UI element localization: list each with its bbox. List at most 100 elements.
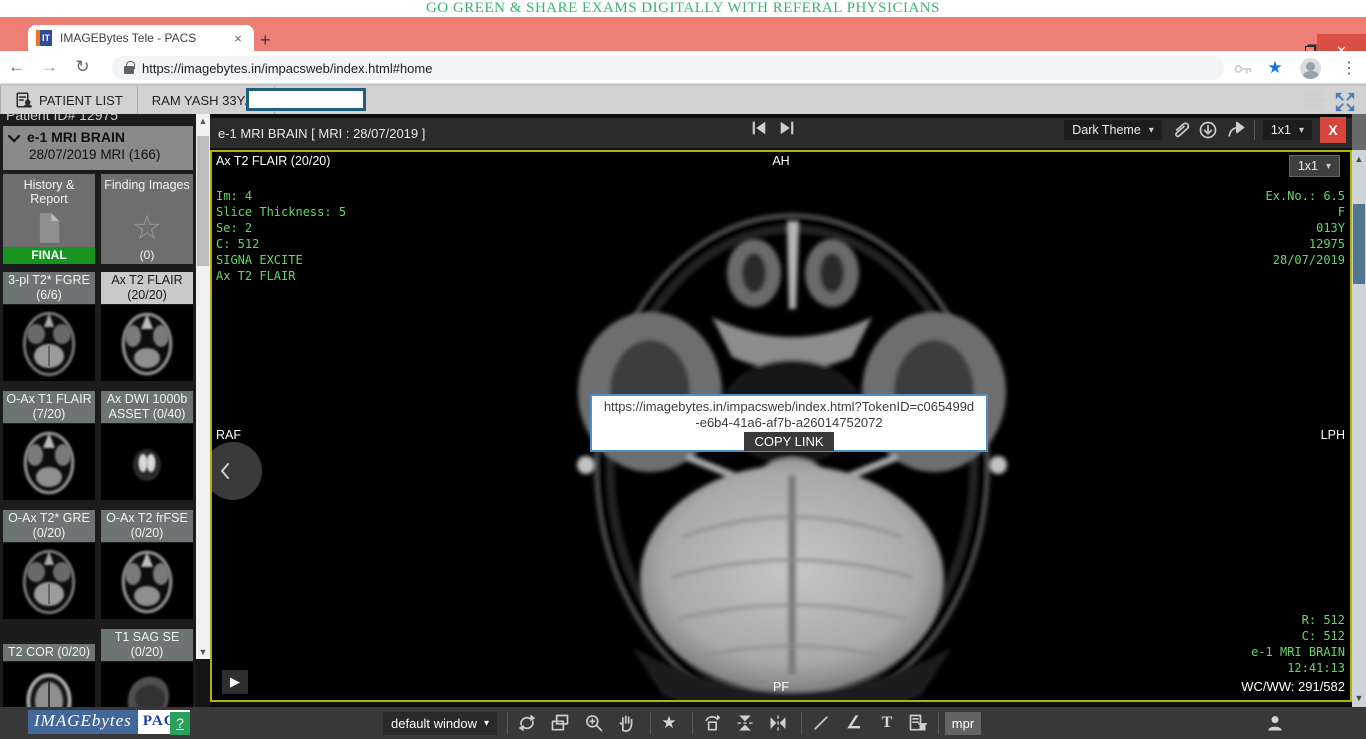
profile-avatar[interactable] bbox=[1300, 58, 1321, 79]
series-thumbnail[interactable] bbox=[3, 305, 95, 381]
marketing-banner: GO GREEN & SHARE EXAMS DIGITALLY WITH RE… bbox=[0, 0, 1366, 17]
series-item[interactable]: T2 COR (0/20) bbox=[3, 627, 95, 707]
mark-finding-button[interactable]: ★ bbox=[656, 711, 682, 735]
text-annotation-button[interactable]: T bbox=[874, 711, 900, 735]
rotate-tool-button[interactable] bbox=[699, 711, 725, 735]
series-list: 3-pl T2* FGRE (6/6) Ax T2 FLAIR (20/20) … bbox=[3, 270, 193, 707]
scroll-down-icon[interactable]: ▼ bbox=[1352, 691, 1366, 705]
bottom-toolbar: IMAGEbytes PACS ? default window bbox=[0, 707, 1366, 739]
scroll-up-icon[interactable]: ▲ bbox=[1352, 152, 1366, 166]
zoom-tool-button[interactable] bbox=[581, 711, 607, 735]
series-thumbnail[interactable] bbox=[3, 424, 95, 500]
mpr-button[interactable]: mpr bbox=[945, 712, 981, 735]
cascade-windows-icon bbox=[550, 713, 570, 733]
cine-play-button[interactable]: ▶ bbox=[222, 670, 248, 694]
delete-annotation-button[interactable] bbox=[905, 711, 931, 735]
layout-list-icon[interactable] bbox=[1302, 91, 1328, 109]
sidebar-collapse-handle[interactable] bbox=[210, 442, 262, 500]
reload-icon[interactable]: ↻ bbox=[66, 57, 99, 77]
series-thumbnail[interactable] bbox=[101, 662, 193, 707]
series-thumbnail[interactable] bbox=[101, 424, 193, 500]
theme-select-value: Dark Theme bbox=[1072, 123, 1141, 137]
history-report-card[interactable]: History & Report FINAL bbox=[3, 174, 95, 264]
layout-select[interactable]: 1x1 bbox=[1263, 120, 1312, 140]
study-subtitle: 28/07/2019 MRI (166) bbox=[11, 147, 187, 162]
overlay-left-block: Im: 4 Slice Thickness: 5 Se: 2 C: 512 SI… bbox=[216, 188, 346, 284]
back-icon[interactable]: ← bbox=[0, 57, 33, 77]
forward-icon[interactable]: → bbox=[33, 57, 66, 77]
close-viewer-button[interactable]: X bbox=[1320, 117, 1346, 143]
cascade-layout-button[interactable] bbox=[547, 711, 573, 735]
flip-horizontal-button[interactable] bbox=[765, 711, 791, 735]
app-body: Patient ID# 12975 e-1 MRI BRAIN 28/07/20… bbox=[0, 114, 1366, 707]
copy-link-button[interactable]: COPY LINK bbox=[744, 432, 833, 451]
divider bbox=[938, 712, 939, 734]
overlay-line: R: 512 bbox=[1251, 612, 1345, 628]
scroll-down-icon[interactable]: ▼ bbox=[196, 645, 210, 659]
scrollbar-thumb[interactable] bbox=[1353, 204, 1365, 284]
browser-menu-icon[interactable]: ⋮ bbox=[1338, 58, 1360, 80]
report-document-icon bbox=[34, 212, 64, 244]
series-thumbnail[interactable] bbox=[101, 543, 193, 619]
angle-measure-button[interactable]: ∠ bbox=[841, 711, 867, 735]
series-item[interactable]: Ax DWI 1000b ASSET (0/40) bbox=[101, 389, 193, 500]
sync-tool-button[interactable] bbox=[514, 711, 540, 735]
overlay-line: Se: 2 bbox=[216, 220, 346, 236]
sidebar-scrollbar[interactable]: ▲ ▼ bbox=[196, 114, 210, 659]
next-exam-icon[interactable] bbox=[778, 119, 796, 137]
browser-tab[interactable]: IT IMAGEBytes Tele - PACS × bbox=[28, 25, 254, 51]
previous-exam-icon[interactable] bbox=[750, 119, 768, 137]
theme-select[interactable]: Dark Theme bbox=[1064, 120, 1162, 140]
study-header[interactable]: e-1 MRI BRAIN 28/07/2019 MRI (166) bbox=[3, 126, 193, 170]
share-link-url[interactable]: https://imagebytes.in/impacsweb/index.ht… bbox=[592, 399, 986, 431]
download-icon[interactable] bbox=[1198, 120, 1218, 140]
scrollbar-thumb[interactable] bbox=[197, 136, 209, 266]
window-preset-select[interactable]: default window bbox=[383, 712, 497, 735]
series-thumbnail[interactable] bbox=[3, 543, 95, 619]
search-input[interactable] bbox=[246, 88, 366, 111]
overlay-line: 013Y bbox=[1266, 220, 1345, 236]
series-thumbnail[interactable] bbox=[3, 662, 95, 707]
help-button[interactable]: ? bbox=[170, 712, 190, 735]
password-key-icon[interactable] bbox=[1232, 58, 1254, 80]
series-thumbnail[interactable] bbox=[101, 305, 193, 381]
patient-list-icon bbox=[15, 91, 33, 109]
orientation-right: LPH bbox=[1321, 428, 1345, 442]
imagebytes-logo[interactable]: IMAGEbytes PACS bbox=[28, 710, 190, 734]
series-item[interactable]: T1 SAG SE (0/20) bbox=[101, 627, 193, 707]
finding-images-card[interactable]: Finding Images ☆ (0) bbox=[101, 174, 193, 264]
series-item[interactable]: O-Ax T1 FLAIR (7/20) bbox=[3, 389, 95, 500]
browser-tab-strip: IT IMAGEBytes Tele - PACS × + — ✕ bbox=[0, 17, 1366, 51]
page-scrollbar[interactable]: ▲ ▼ bbox=[1352, 114, 1366, 707]
report-status-badge: FINAL bbox=[3, 247, 95, 264]
patient-id-label: Patient ID# 12975 bbox=[6, 114, 118, 123]
series-item[interactable]: O-Ax T2* GRE (0/20) bbox=[3, 508, 95, 619]
series-item[interactable]: O-Ax T2 frFSE (0/20) bbox=[101, 508, 193, 619]
finding-count-badge: (0) bbox=[101, 247, 193, 264]
fullscreen-icon[interactable] bbox=[1334, 91, 1356, 113]
user-button[interactable] bbox=[1262, 711, 1288, 735]
series-item[interactable]: 3-pl T2* FGRE (6/6) bbox=[3, 270, 95, 381]
flip-vertical-button[interactable] bbox=[732, 711, 758, 735]
attach-paperclip-icon[interactable] bbox=[1170, 120, 1190, 140]
patient-list-tab[interactable]: PATIENT LIST bbox=[0, 86, 138, 114]
image-viewport[interactable]: Ax T2 FLAIR (20/20) AH 1x1 Im: 4 Slice T… bbox=[210, 150, 1352, 702]
orientation-left: RAF bbox=[216, 428, 241, 442]
url-text[interactable]: https://imagebytes.in/impacsweb/index.ht… bbox=[142, 61, 432, 76]
address-bar[interactable]: https://imagebytes.in/impacsweb/index.ht… bbox=[112, 56, 1224, 80]
series-label: 3-pl T2* FGRE (6/6) bbox=[3, 272, 95, 304]
scroll-up-icon[interactable]: ▲ bbox=[196, 114, 210, 128]
viewport-layout-select[interactable]: 1x1 bbox=[1289, 155, 1340, 177]
new-tab-button[interactable]: + bbox=[260, 31, 271, 49]
tab-close-icon[interactable]: × bbox=[230, 31, 246, 46]
line-measure-button[interactable] bbox=[808, 711, 834, 735]
series-item-selected[interactable]: Ax T2 FLAIR (20/20) bbox=[101, 270, 193, 381]
pan-tool-button[interactable] bbox=[614, 711, 640, 735]
lock-icon bbox=[124, 66, 134, 74]
share-icon[interactable] bbox=[1226, 120, 1246, 140]
logo-name: IMAGEbytes bbox=[28, 710, 138, 734]
overlay-line: SIGNA EXCITE bbox=[216, 252, 346, 268]
series-label: O-Ax T2* GRE (0/20) bbox=[3, 510, 95, 542]
bookmark-star-icon[interactable]: ★ bbox=[1264, 58, 1286, 80]
patient-list-label: PATIENT LIST bbox=[39, 93, 123, 108]
